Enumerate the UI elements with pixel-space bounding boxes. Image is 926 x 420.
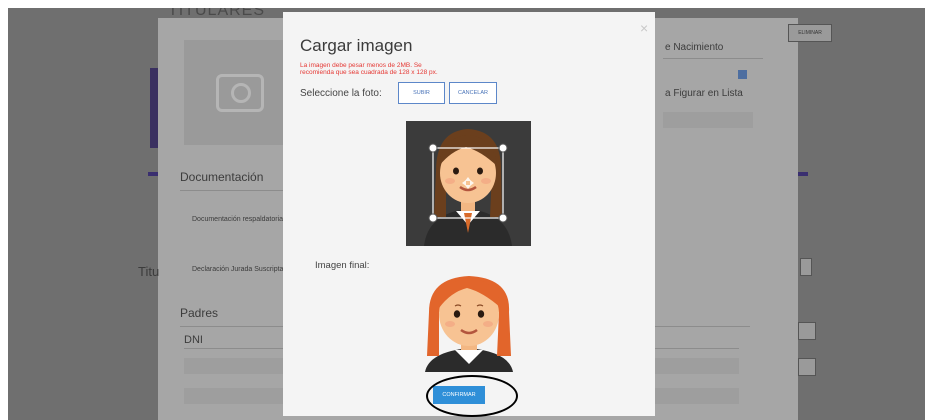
accent-bar-left: [148, 172, 158, 176]
padres-heading: Padres: [180, 306, 219, 320]
titular-heading: Titu: [138, 264, 160, 279]
birth-date-label: e Nacimiento: [665, 42, 724, 53]
upload-button[interactable]: SUBIR: [398, 82, 445, 104]
section-title: TITULARES: [168, 8, 266, 19]
accent-bar-right: [798, 172, 808, 176]
image-cropper[interactable]: [406, 121, 531, 246]
modal-title: Cargar imagen: [300, 36, 413, 55]
profile-photo-placeholder[interactable]: [184, 40, 294, 145]
side-button[interactable]: [798, 358, 816, 376]
side-button[interactable]: [800, 258, 812, 276]
cancel-button[interactable]: CANCELAR: [449, 82, 497, 104]
final-image-preview: [421, 276, 517, 372]
avatar-illustration: [406, 121, 531, 246]
dni-label: DNI: [184, 334, 203, 346]
doc-item-1: Documentación respaldatoria: [192, 216, 284, 223]
divider: [180, 190, 290, 191]
highlight-circle-annotation: [426, 375, 518, 417]
list-name-label: a Figurar en Lista: [665, 88, 743, 99]
upload-image-modal: × Cargar imagen La imagen debe pesar men…: [283, 12, 655, 416]
calendar-icon[interactable]: [738, 70, 747, 79]
avatar-illustration: [425, 276, 513, 372]
camera-icon: [216, 74, 264, 112]
select-photo-label: Seleccione la foto:: [300, 88, 382, 99]
warning-line-2: recomienda que sea cuadrada de 128 x 128…: [300, 69, 438, 76]
close-icon[interactable]: ×: [640, 20, 648, 36]
doc-item-2: Declaración Jurada Suscripta: [192, 266, 284, 273]
size-warning: La imagen debe pesar menos de 2MB. Se re…: [300, 62, 500, 76]
list-name-input[interactable]: [663, 112, 753, 128]
documentation-heading: Documentación: [180, 170, 264, 184]
side-button[interactable]: [798, 322, 816, 340]
warning-line-1: La imagen debe pesar menos de 2MB. Se: [300, 62, 422, 69]
final-image-label: Imagen final:: [315, 260, 370, 271]
eliminar-button[interactable]: ELIMINAR: [788, 24, 832, 42]
image-strip: [150, 68, 158, 148]
divider: [663, 58, 763, 59]
